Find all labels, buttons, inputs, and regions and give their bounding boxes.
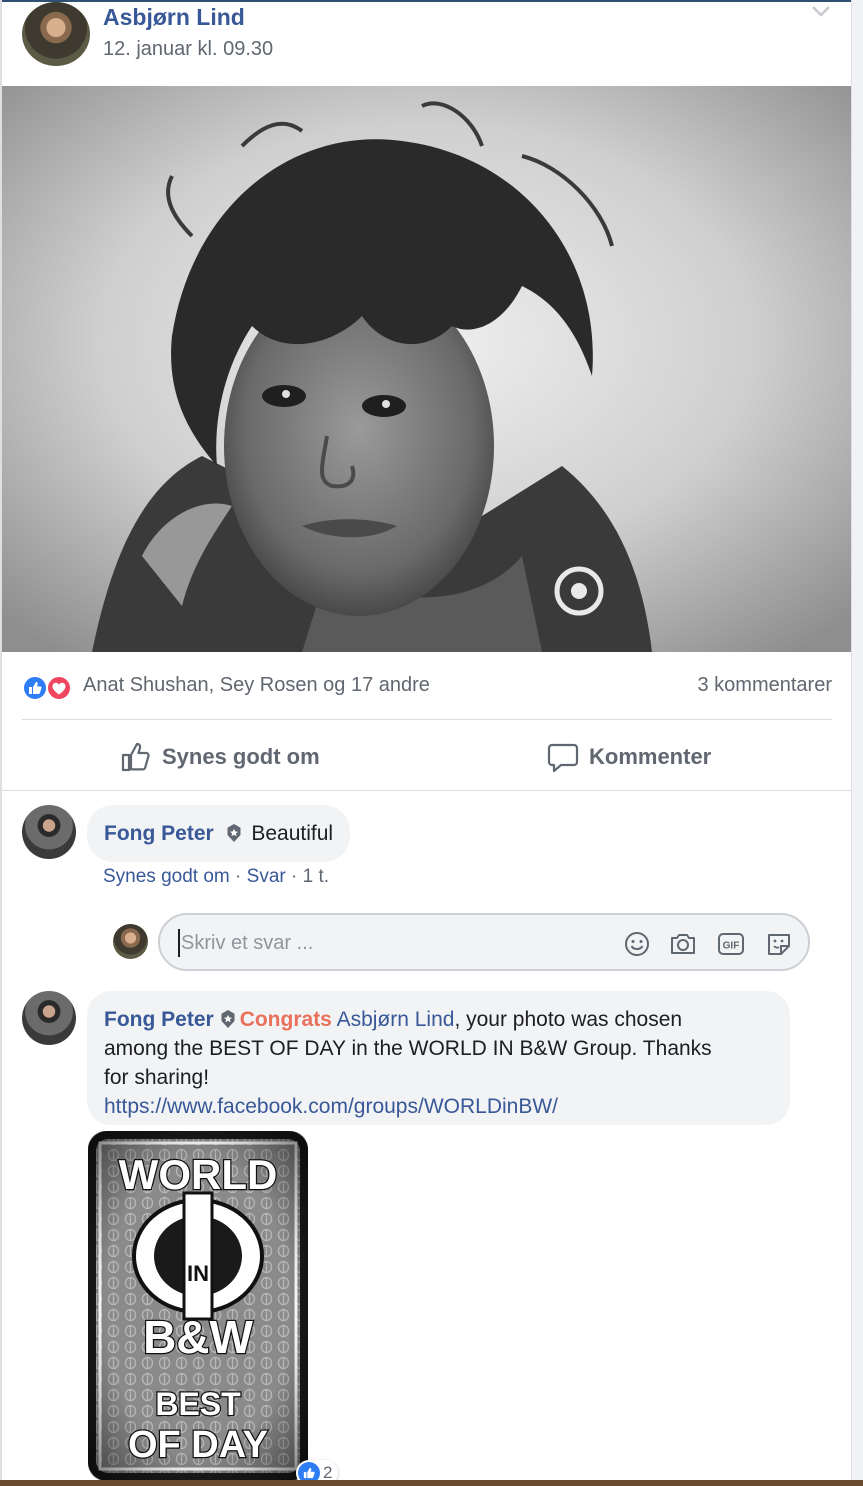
like-icon[interactable] (22, 675, 48, 701)
comment-text-line: among the BEST OF DAY in the WORLD IN B&… (104, 1037, 712, 1060)
love-icon[interactable] (46, 675, 72, 701)
congrats-label: Congrats (239, 1008, 332, 1031)
comment-button[interactable]: Kommenter (547, 737, 711, 777)
sticker-text-of-day: OF DAY (128, 1424, 268, 1466)
mention-link[interactable]: Asbjørn Lind (337, 1008, 455, 1031)
comment-actions: Synes godt om · Svar · 1 t. (103, 866, 329, 888)
sticker-text-best: BEST (155, 1386, 241, 1422)
like-button-label: Synes godt om (162, 744, 320, 769)
thumbs-up-icon (121, 742, 150, 772)
reactions-row[interactable]: Anat Shushan, Sey Rosen og 17 andre 3 ko… (22, 672, 832, 702)
sticker-text-bw: B&W (143, 1311, 253, 1363)
comment-reply-link[interactable]: Svar (247, 866, 286, 887)
comment-bubble: Fong Peter Beautiful (87, 805, 351, 862)
author-avatar[interactable] (22, 2, 90, 66)
top-rule (0, 0, 863, 2)
current-user-avatar[interactable] (113, 924, 148, 959)
post-photo[interactable] (2, 86, 851, 652)
reply-input[interactable] (178, 929, 598, 957)
svg-text:GIF: GIF (723, 941, 740, 952)
comment-text-line: Fong Peter Congrats Asbjørn Lind, your ph… (104, 1005, 773, 1034)
emoji-icon[interactable] (622, 929, 652, 959)
commenter-avatar[interactable] (22, 991, 76, 1045)
comment-text: , your photo was chosen (454, 1008, 683, 1031)
comment-count[interactable]: 3 kommentarer (698, 674, 833, 697)
sticker-text-world: WORLD (119, 1151, 278, 1198)
commenter-name[interactable]: Fong Peter (104, 1008, 214, 1031)
comment-button-label: Kommenter (589, 744, 712, 769)
author-name[interactable]: Asbjørn Lind (103, 4, 245, 31)
commenter-avatar[interactable] (22, 805, 76, 859)
separator: · (285, 866, 303, 887)
post-timestamp[interactable]: 12. januar kl. 09.30 (103, 38, 273, 61)
comment-time[interactable]: 1 t. (303, 866, 329, 887)
comment-text: Beautiful (251, 822, 334, 845)
gif-icon[interactable]: GIF (716, 929, 746, 959)
commenter-name[interactable]: Fong Peter (104, 822, 214, 845)
separator: · (229, 866, 247, 887)
window-bottom-edge (0, 1480, 863, 1486)
reactors-summary[interactable]: Anat Shushan, Sey Rosen og 17 andre (83, 674, 430, 697)
group-badge-icon (227, 824, 241, 842)
divider (2, 790, 851, 791)
speech-bubble-icon (547, 743, 579, 773)
divider (22, 719, 832, 720)
like-button[interactable]: Synes godt om (120, 737, 320, 777)
best-of-day-image[interactable]: WORLD IN B&W BEST OF DAY (88, 1131, 308, 1481)
group-link[interactable]: https://www.facebook.com/groups/WORLDinB… (104, 1092, 773, 1121)
comment-text-line: for sharing! (104, 1066, 210, 1089)
sticker-text-in: IN (187, 1261, 209, 1286)
reply-box[interactable]: GIF (158, 913, 810, 971)
chevron-down-icon[interactable] (810, 2, 832, 20)
comment-like-link[interactable]: Synes godt om (103, 866, 230, 887)
comment-bubble: Fong Peter Congrats Asbjørn Lind, your ph… (87, 991, 790, 1125)
camera-icon[interactable] (668, 929, 698, 959)
scrollbar-track[interactable] (851, 0, 863, 1486)
sticker-icon[interactable] (764, 929, 794, 959)
group-badge-icon (221, 1010, 235, 1028)
